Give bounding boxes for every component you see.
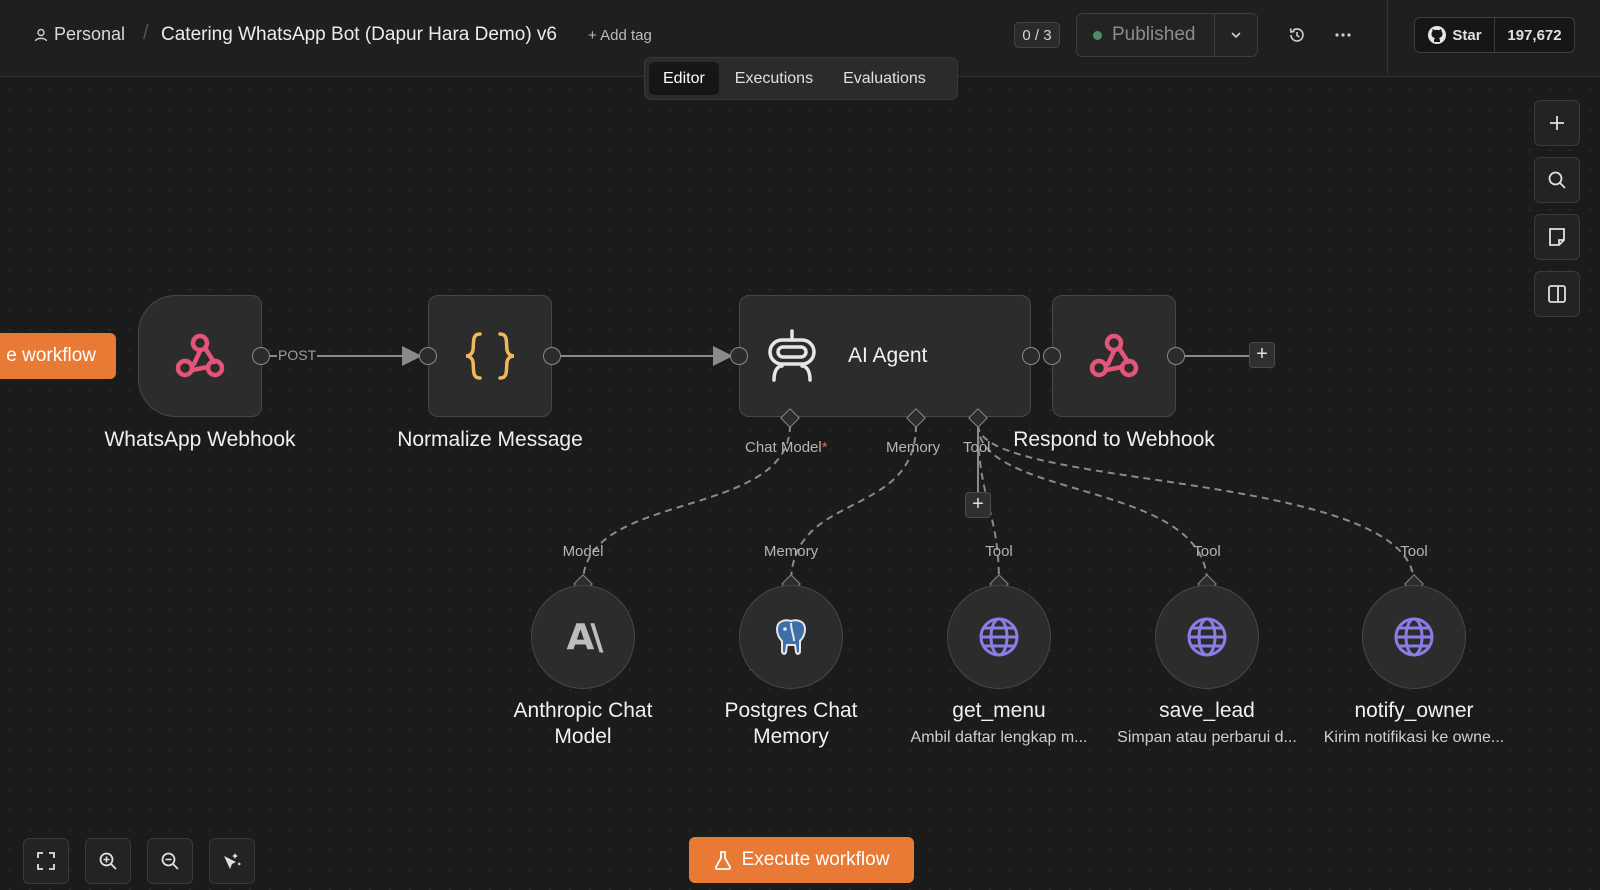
node-label-notify-owner: notify_owner [1354,699,1474,722]
sub-port-label-tool-notify-owner: Tool [1400,543,1428,560]
required-mark: * [821,439,828,456]
code-braces-icon [465,332,515,380]
input-handle-normalize-message[interactable] [419,347,437,365]
globe-icon [979,617,1019,657]
node-label-get-menu: get_menu [952,699,1046,722]
wand-icon [224,853,242,869]
output-handle-respond-to-webhook[interactable] [1167,347,1185,365]
node-label-anthropic-line2: Model [554,725,612,748]
node-label-save-lead: save_lead [1159,699,1255,722]
port-label-chat-model-text: Chat Model [745,439,822,456]
robot-icon [768,329,816,382]
node-postgres-chat-memory[interactable] [739,585,843,689]
globe-icon [1187,617,1227,657]
sub-port-label-model: Model [562,543,604,560]
node-label-anthropic-line1: Anthropic Chat [513,699,653,722]
node-get-menu[interactable] [947,585,1051,689]
globe-icon [1394,617,1434,657]
add-node-button[interactable] [1534,100,1580,146]
fit-view-icon [37,852,55,870]
input-handle-respond-to-webhook[interactable] [1043,347,1061,365]
sub-port-label-memory: Memory [763,543,819,560]
node-save-lead[interactable] [1155,585,1259,689]
node-label-anthropic-chat-model: Anthropic Chat Model [493,698,673,750]
zoom-out-button[interactable] [147,838,193,884]
zoom-out-icon [161,852,179,870]
output-handle-ai-agent[interactable] [1022,347,1040,365]
node-anthropic-chat-model[interactable]: A\ [531,585,635,689]
execute-workflow-button[interactable]: Execute workflow [689,837,914,883]
flask-icon [714,851,731,870]
webhook-icon [1089,333,1139,378]
port-label-tool: Tool [963,439,991,456]
anthropic-icon: A\ [566,616,603,658]
edge-label-post: POST [277,347,318,363]
zoom-to-fit-button[interactable] [23,838,69,884]
execute-from-trigger-label: e workflow [6,345,96,366]
add-tool-button[interactable]: + [965,492,991,518]
node-normalize-message[interactable] [428,295,552,417]
panel-right-icon [1548,285,1566,303]
node-ai-agent[interactable]: AI Agent [739,295,1031,417]
webhook-icon [175,333,225,378]
node-subtitle-save-lead: Simpan atau perbarui d... [1117,729,1297,746]
search-icon [1548,171,1566,189]
port-label-chat-model: Chat Model* [745,439,828,456]
output-handle-whatsapp-webhook[interactable] [252,347,270,365]
zoom-in-icon [99,852,117,870]
zoom-in-button[interactable] [85,838,131,884]
node-label-postgres-chat-memory: Postgres Chat Memory [701,698,881,750]
sub-port-label-tool-save-lead: Tool [1193,543,1221,560]
add-sticky-note-button[interactable] [1534,214,1580,260]
toggle-panel-button[interactable] [1534,271,1580,317]
node-label-whatsapp-webhook: WhatsApp Webhook [104,428,296,451]
port-label-memory: Memory [886,439,941,456]
search-nodes-button[interactable] [1534,157,1580,203]
node-subtitle-notify-owner: Kirim notifikasi ke owne... [1323,729,1505,746]
tidy-up-button[interactable] [209,838,255,884]
input-handle-ai-agent[interactable] [730,347,748,365]
node-notify-owner[interactable] [1362,585,1466,689]
postgres-elephant-icon [775,619,807,655]
execute-workflow-label: Execute workflow [741,849,890,870]
sticky-note-icon [1549,228,1565,246]
sub-port-label-tool-get-menu: Tool [985,543,1013,560]
output-handle-normalize-message[interactable] [543,347,561,365]
node-label-ai-agent: AI Agent [848,344,928,367]
node-subtitle-get-menu: Ambil daftar lengkap m... [910,729,1088,746]
node-respond-to-webhook[interactable] [1052,295,1176,417]
node-label-postgres-line1: Postgres Chat [724,699,858,722]
node-label-normalize-message: Normalize Message [397,428,583,451]
add-node-after-respond-button[interactable]: + [1249,342,1275,368]
node-label-respond-to-webhook: Respond to Webhook [1013,428,1215,451]
plus-icon [1550,116,1564,130]
execute-from-trigger-button[interactable]: e workflow [0,333,116,379]
node-whatsapp-webhook[interactable] [138,295,262,417]
node-label-postgres-line2: Memory [753,725,829,748]
